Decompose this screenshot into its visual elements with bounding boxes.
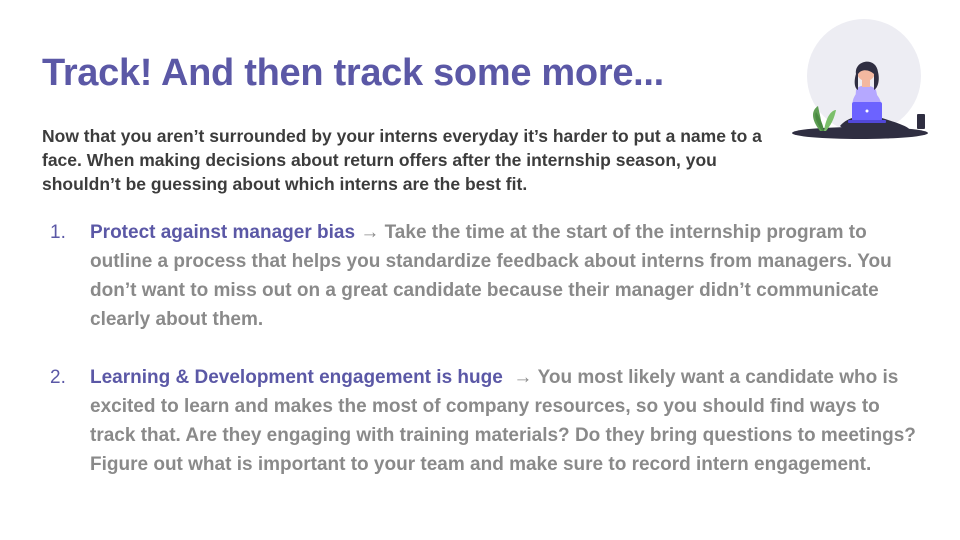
list-item-heading: Protect against manager bias [90, 222, 356, 243]
person-with-laptop-illustration-icon [792, 19, 928, 139]
list-item-body: Protect against manager bias → Take the … [90, 218, 930, 334]
list-item-heading: Learning & Development engagement is hug… [90, 367, 503, 388]
list-item-number: 2. [50, 367, 66, 388]
laptop-logo [865, 109, 869, 113]
slide: Track! And then track some more... Now t… [0, 0, 960, 540]
arrow-right-icon: → [502, 367, 538, 388]
intro-paragraph: Now that you aren’t surrounded by your i… [42, 126, 762, 194]
list-item-number: 1. [50, 222, 66, 243]
slide-title: Track! And then track some more... [42, 52, 664, 94]
list-item-body: Learning & Development engagement is hug… [90, 363, 930, 479]
neck [862, 80, 870, 87]
arrow-right-icon: → [355, 222, 385, 243]
laptop-base [848, 120, 886, 123]
cup [917, 114, 925, 129]
